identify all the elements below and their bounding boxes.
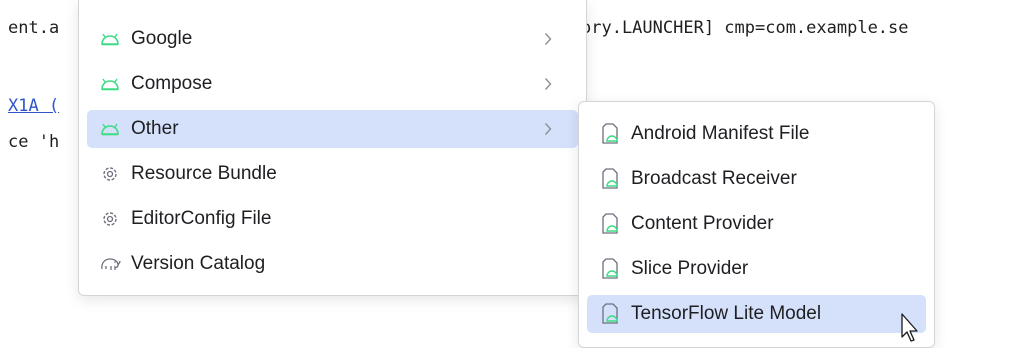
android-file-icon: [599, 213, 621, 235]
menu-item-compose[interactable]: Compose: [87, 65, 578, 103]
editor-line-4: ce 'h: [8, 132, 60, 152]
editor-line-1-left: ent.a: [8, 18, 60, 38]
menu-item-label: Version Catalog: [131, 253, 266, 274]
android-icon: [99, 28, 121, 50]
new-file-menu: Google Compose Other Resource Bundle Edi…: [78, 0, 587, 296]
menu-item-label: Other: [131, 118, 179, 139]
submenu-item-label: Broadcast Receiver: [631, 168, 797, 189]
editor-device-link[interactable]: X1A (: [8, 95, 59, 117]
submenu-item-label: Slice Provider: [631, 258, 749, 279]
submenu-item-tensorflow-lite-model[interactable]: TensorFlow Lite Model: [587, 295, 926, 333]
editor-line-1-right: ory.LAUNCHER] cmp=com.example.se: [581, 18, 909, 38]
chevron-right-icon: [540, 119, 556, 139]
submenu-item-label: Android Manifest File: [631, 123, 810, 144]
chevron-right-icon: [540, 74, 556, 94]
other-submenu: Android Manifest File Broadcast Receiver…: [578, 101, 935, 348]
android-file-icon: [599, 303, 621, 325]
submenu-item-label: TensorFlow Lite Model: [631, 303, 822, 324]
menu-item-resource-bundle[interactable]: Resource Bundle: [87, 155, 578, 193]
chevron-right-icon: [540, 29, 556, 49]
menu-item-label: Compose: [131, 73, 213, 94]
menu-item-version-catalog[interactable]: Version Catalog: [87, 245, 578, 283]
submenu-item-broadcast-receiver[interactable]: Broadcast Receiver: [587, 160, 926, 198]
android-file-icon: [599, 123, 621, 145]
android-file-icon: [599, 168, 621, 190]
android-file-icon: [599, 258, 621, 280]
android-icon: [99, 73, 121, 95]
elephant-icon: [99, 253, 121, 275]
submenu-item-slice-provider[interactable]: Slice Provider: [587, 250, 926, 288]
android-icon: [99, 118, 121, 140]
submenu-item-android-manifest-file[interactable]: Android Manifest File: [587, 115, 926, 153]
submenu-item-content-provider[interactable]: Content Provider: [587, 205, 926, 243]
menu-item-other[interactable]: Other: [87, 110, 578, 148]
submenu-item-label: Content Provider: [631, 213, 774, 234]
menu-item-label: Resource Bundle: [131, 163, 277, 184]
gear-icon: [99, 208, 121, 230]
menu-item-label: Google: [131, 28, 193, 49]
menu-item-google[interactable]: Google: [87, 20, 578, 58]
gear-icon: [99, 163, 121, 185]
menu-item-label: EditorConfig File: [131, 208, 272, 229]
menu-item-editorconfig-file[interactable]: EditorConfig File: [87, 200, 578, 238]
